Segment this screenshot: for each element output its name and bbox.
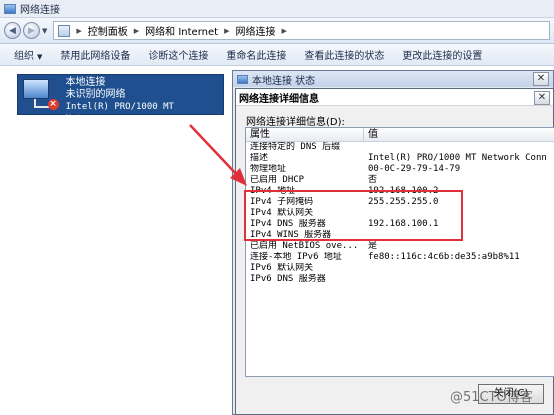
annotation-arrow bbox=[189, 124, 247, 186]
close-button[interactable]: 关闭(C) bbox=[478, 384, 544, 404]
